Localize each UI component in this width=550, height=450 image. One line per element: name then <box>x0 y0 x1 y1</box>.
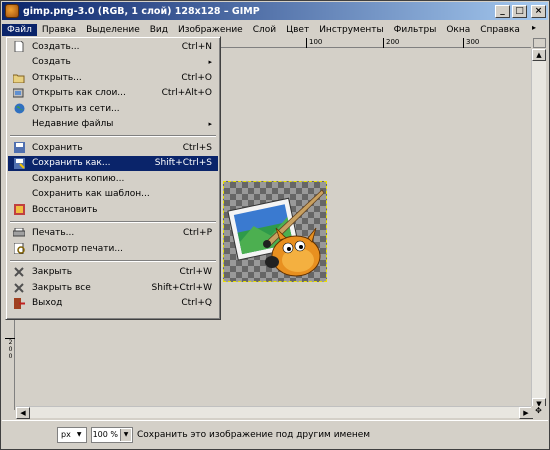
menu-item-close[interactable]: Закрыть Ctrl+W <box>8 265 218 281</box>
title-bar[interactable]: gimp.png-3.0 (RGB, 1 слой) 128x128 – GIM… <box>2 2 548 20</box>
menu-item-label: Сохранить как шаблон... <box>32 189 150 200</box>
gimp-wilber-logo <box>227 189 325 277</box>
menu-item-shortcut: Ctrl+S <box>182 142 212 153</box>
menu-item-label: Закрыть <box>32 267 73 278</box>
menu-item-open-location[interactable]: Открыть из сети... <box>8 101 218 117</box>
ruler-tick: 100 <box>306 38 322 48</box>
open-folder-icon <box>13 72 25 83</box>
status-message: Сохранить это изображение под другим име… <box>137 429 371 440</box>
close-x-icon <box>13 267 25 278</box>
unit-select[interactable]: px ▼ <box>57 426 87 443</box>
menu-item-shortcut: Shift+Ctrl+W <box>151 282 212 293</box>
gimp-app-icon[interactable] <box>5 4 19 18</box>
menu-image[interactable]: Изображение <box>173 24 248 36</box>
menu-item-shortcut: Ctrl+O <box>181 72 212 83</box>
menu-windows[interactable]: Окна <box>441 24 475 36</box>
menu-item-label: Сохранить копию... <box>32 173 125 184</box>
menu-item-save-copy[interactable]: Сохранить копию... <box>8 171 218 187</box>
menu-item-label: Восстановить <box>32 204 98 215</box>
menu-item-open[interactable]: Открыть... Ctrl+O <box>8 70 218 86</box>
save-icon <box>13 142 25 153</box>
scroll-left-icon[interactable]: ◀ <box>16 407 30 419</box>
menu-item-print[interactable]: Печать... Ctrl+P <box>8 226 218 242</box>
menu-item-recent[interactable]: Недавние файлы ▸ <box>8 117 218 133</box>
menu-separator <box>10 259 216 262</box>
scroll-up-icon[interactable]: ▲ <box>532 49 546 61</box>
window-controls: _ □ × <box>495 4 546 18</box>
print-preview-icon <box>13 243 25 254</box>
menu-item-print-preview[interactable]: Просмотр печати... <box>8 241 218 257</box>
menu-item-save[interactable]: Сохранить Ctrl+S <box>8 140 218 156</box>
menu-item-shortcut: Ctrl+W <box>179 267 212 278</box>
new-document-icon <box>13 41 25 52</box>
file-menu-dropdown: Создать... Ctrl+N Создать ▸ Открыть... C… <box>5 36 221 320</box>
close-all-icon <box>13 282 25 293</box>
status-bar: px ▼ 100 % ▼ Сохранить это изображение п… <box>2 420 548 448</box>
menu-filters[interactable]: Фильтры <box>389 24 442 36</box>
menu-view[interactable]: Вид <box>145 24 173 36</box>
menu-item-revert[interactable]: Восстановить <box>8 202 218 218</box>
menu-item-label: Открыть как слои... <box>32 88 126 99</box>
maximize-button[interactable]: □ <box>512 4 527 18</box>
menu-item-new[interactable]: Создать... Ctrl+N <box>8 39 218 55</box>
menu-item-shortcut: Ctrl+Alt+O <box>161 88 212 99</box>
menu-item-label: Сохранить как... <box>32 158 111 169</box>
menu-item-close-all[interactable]: Закрыть все Shift+Ctrl+W <box>8 280 218 296</box>
menu-separator <box>10 135 216 137</box>
close-window-button[interactable]: × <box>531 4 546 18</box>
menu-color[interactable]: Цвет <box>281 24 314 36</box>
submenu-arrow-icon: ▸ <box>208 120 212 129</box>
save-as-icon <box>13 157 25 169</box>
menu-file[interactable]: Файл <box>2 23 37 36</box>
menu-item-label: Просмотр печати... <box>32 243 123 254</box>
menu-item-label: Создать... <box>32 41 80 52</box>
chevron-down-icon: ▼ <box>120 428 131 441</box>
menu-item-quit[interactable]: Выход Ctrl+Q <box>8 296 218 312</box>
menu-help[interactable]: Справка <box>475 24 525 36</box>
menu-select[interactable]: Выделение <box>81 24 145 36</box>
zoom-value: 100 % <box>92 430 118 439</box>
menu-item-shortcut: Ctrl+Q <box>181 298 212 309</box>
globe-icon <box>13 103 25 114</box>
menu-item-label: Сохранить <box>32 142 83 153</box>
ruler-tick: 300 <box>463 38 479 48</box>
minimize-button[interactable]: _ <box>495 4 510 18</box>
unit-value: px <box>61 430 71 439</box>
menu-item-shortcut: Ctrl+N <box>181 41 212 52</box>
horizontal-scrollbar[interactable]: ◀ ▶ <box>16 406 533 419</box>
navigate-icon[interactable]: ✥ <box>531 406 546 418</box>
revert-icon <box>13 204 25 215</box>
menu-item-label: Печать... <box>32 228 75 239</box>
menu-item-label: Закрыть все <box>32 282 91 293</box>
menu-overflow-arrow-icon[interactable]: ▸ <box>532 23 544 35</box>
menu-edit[interactable]: Правка <box>37 24 81 36</box>
vertical-scrollbar[interactable]: ▲ ▼ <box>531 49 546 410</box>
menu-item-label: Недавние файлы <box>32 119 114 130</box>
window-title: gimp.png-3.0 (RGB, 1 слой) 128x128 – GIM… <box>23 5 260 17</box>
zoom-select[interactable]: 100 % ▼ <box>91 426 133 443</box>
quit-icon <box>13 297 25 309</box>
menu-item-shortcut: Shift+Ctrl+S <box>154 158 212 169</box>
menu-item-shortcut: Ctrl+P <box>183 228 212 239</box>
menu-item-save-template[interactable]: Сохранить как шаблон... <box>8 187 218 203</box>
menu-item-label: Открыть из сети... <box>32 103 120 114</box>
menu-item-label: Создать <box>32 57 71 68</box>
submenu-arrow-icon: ▸ <box>208 58 212 67</box>
menu-tools[interactable]: Инструменты <box>314 24 388 36</box>
menu-layer[interactable]: Слой <box>248 24 281 36</box>
menu-separator <box>10 220 216 223</box>
ruler-tick: 200 <box>383 38 399 48</box>
quick-mask-toggle-icon[interactable] <box>533 38 546 48</box>
chevron-down-icon: ▼ <box>76 431 82 438</box>
image-layer[interactable] <box>223 181 327 282</box>
menu-item-create[interactable]: Создать ▸ <box>8 55 218 71</box>
print-icon <box>13 228 25 239</box>
open-as-layers-icon <box>13 88 25 99</box>
menu-item-open-as-layers[interactable]: Открыть как слои... Ctrl+Alt+O <box>8 86 218 102</box>
menu-item-label: Открыть... <box>32 72 82 83</box>
menu-item-label: Выход <box>32 298 63 309</box>
menu-item-save-as[interactable]: Сохранить как... Shift+Ctrl+S <box>8 155 218 171</box>
ruler-tick: 200 <box>5 338 15 360</box>
